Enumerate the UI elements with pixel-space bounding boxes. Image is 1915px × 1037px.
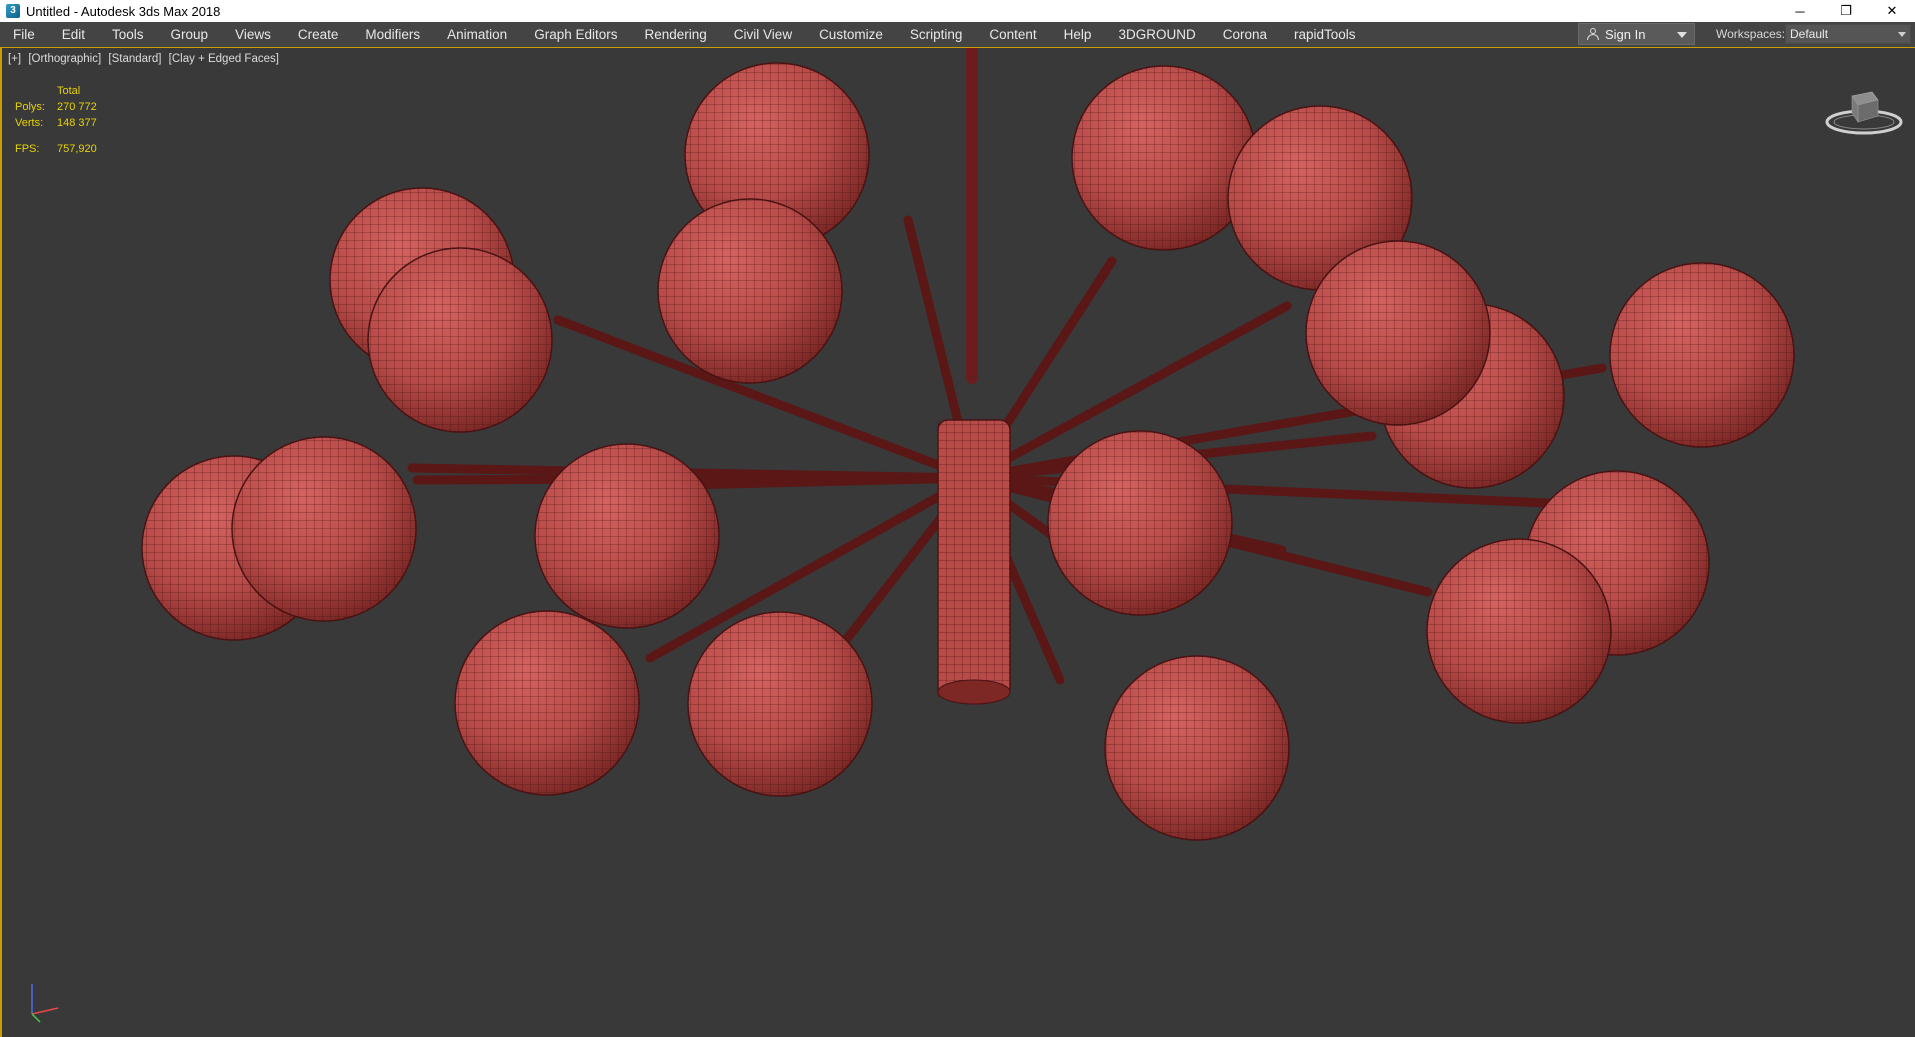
viewport-perspective[interactable]: [+] [Orthographic] [Standard] [Clay + Ed… [0, 48, 1915, 1037]
workspace-value: Default [1790, 27, 1829, 41]
close-button[interactable]: ✕ [1869, 0, 1915, 22]
fps-label: FPS: [15, 143, 40, 155]
title-bar: 3 Untitled - Autodesk 3ds Max 2018 ─ ❐ ✕ [0, 0, 1915, 22]
globe-wireframe [455, 611, 639, 795]
menu-rendering[interactable]: Rendering [632, 27, 721, 42]
chevron-down-icon [1898, 32, 1906, 37]
globe-wireframe [1072, 66, 1256, 250]
viewport-point-of-view-menu[interactable]: [Orthographic] [28, 53, 101, 65]
3ds-max-icon: 3 [6, 4, 20, 18]
viewport-statistics: Total Polys: 270 772 Verts: 148 377 FPS: 75… [15, 83, 97, 157]
polys-value: 270 772 [57, 101, 97, 113]
menu-views[interactable]: Views [222, 27, 285, 42]
menu-corona[interactable]: Corona [1210, 27, 1281, 42]
chevron-down-icon [1677, 32, 1687, 38]
menu-edit[interactable]: Edit [49, 27, 99, 42]
viewport-label-menu: [+] [Orthographic] [Standard] [Clay + Ed… [8, 53, 283, 65]
globe-wireframe [1427, 539, 1611, 723]
minimize-button[interactable]: ─ [1777, 0, 1823, 22]
menu-modifiers[interactable]: Modifiers [352, 27, 434, 42]
cylinder-cap [937, 679, 1011, 705]
globe-wireframe [1610, 263, 1794, 447]
viewport-visual-style-menu[interactable]: [Clay + Edged Faces] [169, 53, 279, 65]
menu-graph-editors[interactable]: Graph Editors [521, 27, 631, 42]
menu-help[interactable]: Help [1051, 27, 1106, 42]
user-icon [1587, 28, 1599, 40]
globe-wireframe [1105, 656, 1289, 840]
menu-content[interactable]: Content [976, 27, 1050, 42]
polys-label: Polys: [15, 101, 45, 113]
globe-wireframe [232, 437, 416, 621]
globe-wireframe [1306, 241, 1490, 425]
viewport-shading-preset-menu[interactable]: [Standard] [108, 53, 161, 65]
globe-wireframe [688, 612, 872, 796]
menu-customize[interactable]: Customize [806, 27, 897, 42]
verts-value: 148 377 [57, 117, 97, 129]
window-controls: ─ ❐ ✕ [1777, 0, 1915, 22]
globe-wireframe [658, 199, 842, 383]
stats-header: Total [57, 85, 81, 97]
center-cylinder-wire [938, 420, 1010, 698]
menu-create[interactable]: Create [285, 27, 353, 42]
menu-animation[interactable]: Animation [434, 27, 521, 42]
sign-in-label: Sign In [1605, 26, 1646, 42]
menu-3dground[interactable]: 3DGROUND [1105, 27, 1209, 42]
menu-rapidtools[interactable]: rapidTools [1281, 27, 1370, 42]
viewcube-icon[interactable] [1824, 82, 1904, 142]
viewport-general-menu[interactable]: [+] [8, 53, 21, 65]
globe-wireframe [535, 444, 719, 628]
sign-in-dropdown[interactable]: Sign In [1578, 23, 1695, 45]
axis-tripod-icon [31, 984, 59, 1023]
window-title: Untitled - Autodesk 3ds Max 2018 [26, 3, 221, 19]
workspaces-label: Workspaces: [1716, 27, 1786, 41]
restore-button[interactable]: ❐ [1823, 0, 1869, 22]
menu-tools[interactable]: Tools [99, 27, 158, 42]
menu-file[interactable]: File [0, 27, 49, 42]
globe-wireframe [1048, 431, 1232, 615]
workspace-select[interactable]: Default [1785, 24, 1911, 44]
menu-civil-view[interactable]: Civil View [721, 27, 806, 42]
fps-value: 757,920 [57, 143, 97, 155]
globe-wireframe [368, 248, 552, 432]
chandelier-model[interactable] [2, 48, 1913, 1037]
menu-group[interactable]: Group [158, 27, 223, 42]
verts-label: Verts: [15, 117, 44, 129]
menu-scripting[interactable]: Scripting [897, 27, 977, 42]
